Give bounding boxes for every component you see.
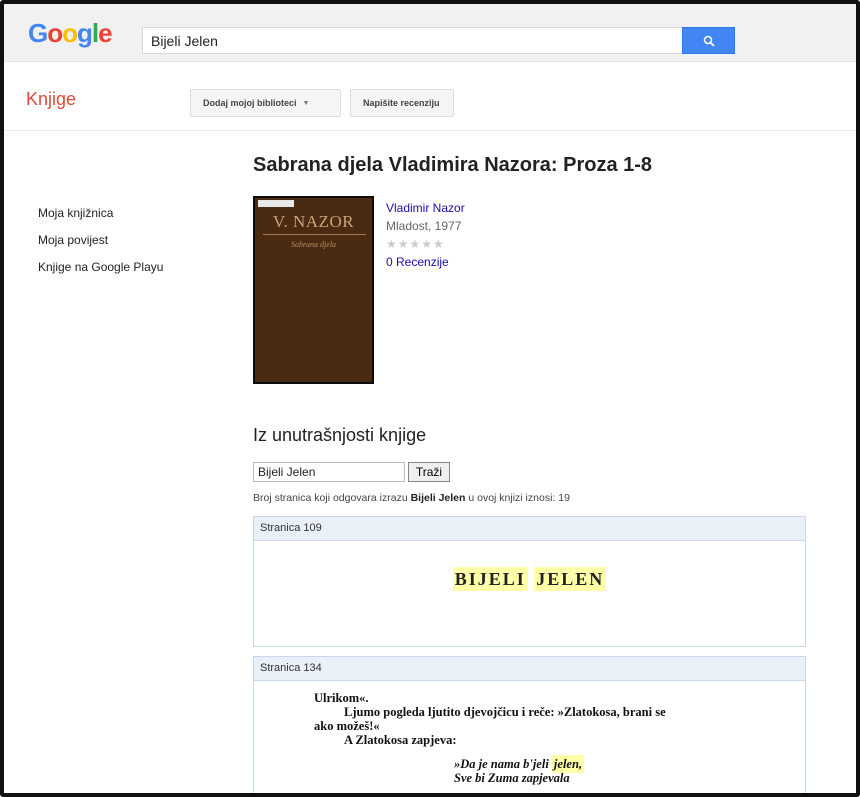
cover-subtitle: Sabrana djela xyxy=(290,240,337,249)
verse-text: »Da je nama b'jeli xyxy=(454,757,549,771)
highlight-word: JELEN xyxy=(534,567,607,591)
snippet-line: Ulrikom«. xyxy=(314,691,369,705)
browser-frame: Google Knjige Dodaj mojoj biblioteci ▼ N… xyxy=(0,0,860,797)
nav-my-library[interactable]: Moja knjižnica xyxy=(38,206,163,220)
inside-search-button[interactable]: Traži xyxy=(408,462,450,482)
write-review-button[interactable]: Napišite recenziju xyxy=(350,89,454,117)
section-title[interactable]: Knjige xyxy=(26,89,76,110)
search-result: Stranica 134 Ulrikom«. Ljumo pogleda lju… xyxy=(253,656,806,793)
add-to-library-button[interactable]: Dodaj mojoj biblioteci ▼ xyxy=(190,89,341,117)
left-nav: Moja knjižnica Moja povijest Knjige na G… xyxy=(38,206,163,287)
cover-divider xyxy=(263,234,366,235)
inside-search-input[interactable] xyxy=(253,462,405,482)
rating-stars: ★★★★★ xyxy=(386,237,445,251)
search-result: Stranica 109 BIJELI JELEN xyxy=(253,516,806,647)
author-link[interactable]: Vladimir Nazor xyxy=(386,199,465,217)
publisher: Mladost, 1977 xyxy=(386,219,462,233)
snippet-line: ako možeš!« xyxy=(314,719,380,733)
write-review-label: Napišite recenziju xyxy=(363,98,440,108)
search-input[interactable] xyxy=(142,27,684,54)
book-cover[interactable]: V. NAZOR Sabrana djela xyxy=(253,196,374,384)
snippet-line: »Da je nama b'jeli jelen, xyxy=(314,755,734,773)
match-suffix: u ovoj knjizi iznosi: 19 xyxy=(468,492,570,504)
search-icon xyxy=(703,35,715,47)
snippet-line: A Zlatokosa zapjeva: xyxy=(344,733,457,747)
snippet-line: Ljumo pogleda ljutito djevojčicu i reče:… xyxy=(344,705,666,719)
nav-google-play-books[interactable]: Knjige na Google Playu xyxy=(38,260,163,274)
book-meta: Vladimir Nazor Mladost, 1977 ★★★★★ 0 Rec… xyxy=(386,199,465,271)
reviews-link[interactable]: 0 Recenzije xyxy=(386,253,465,271)
inside-book-heading: Iz unutrašnjosti knjige xyxy=(253,425,427,445)
match-term: Bijeli Jelen xyxy=(410,492,466,504)
nav-my-history[interactable]: Moja povijest xyxy=(38,233,163,247)
google-logo[interactable]: Google xyxy=(28,18,113,49)
result-page-link[interactable]: Stranica 134 xyxy=(254,657,805,681)
snippet-line: Sve bi Zuma zapjevala xyxy=(454,771,570,785)
books-toolbar: Knjige Dodaj mojoj biblioteci ▼ Napišite… xyxy=(4,63,856,131)
match-count-text: Broj stranica koji odgovara izrazu Bijel… xyxy=(253,492,570,504)
result-snippet[interactable]: Ulrikom«. Ljumo pogleda ljutito djevojči… xyxy=(314,691,734,785)
cover-tag xyxy=(258,200,294,207)
top-search-bar: Google xyxy=(4,4,856,62)
add-to-library-label: Dodaj mojoj biblioteci xyxy=(203,98,297,108)
search-button[interactable] xyxy=(682,27,735,54)
match-prefix: Broj stranica koji odgovara izrazu xyxy=(253,492,408,504)
result-page-link[interactable]: Stranica 109 xyxy=(254,517,805,541)
highlight-word: BIJELI xyxy=(452,567,528,591)
result-snippet[interactable]: BIJELI JELEN xyxy=(254,567,805,591)
cover-author: V. NAZOR xyxy=(272,212,355,231)
chevron-down-icon: ▼ xyxy=(302,99,310,107)
book-title: Sabrana djela Vladimira Nazora: Proza 1-… xyxy=(253,154,653,176)
